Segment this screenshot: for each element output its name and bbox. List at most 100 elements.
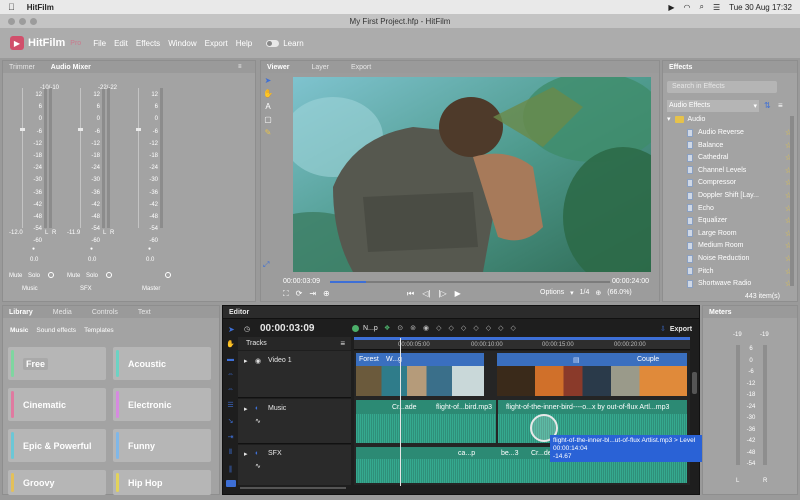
- zoom-icon[interactable]: ⊕: [595, 289, 601, 297]
- fader-handle[interactable]: [136, 128, 141, 131]
- learn-toggle[interactable]: Learn: [266, 39, 304, 48]
- effects-category-dropdown[interactable]: Audio Effects ▾: [667, 100, 759, 112]
- video-preview[interactable]: [293, 77, 651, 272]
- editor-vscroll[interactable]: [692, 372, 697, 394]
- menu-help[interactable]: Help: [236, 39, 252, 48]
- chevron-down-icon[interactable]: ▾: [570, 289, 574, 297]
- mute-button[interactable]: Mute: [67, 273, 80, 279]
- library-tile[interactable]: Hip Hop: [113, 470, 211, 495]
- work-area-bar[interactable]: [354, 337, 690, 340]
- menu-window[interactable]: Window: [168, 39, 196, 48]
- mute-button[interactable]: Mute: [9, 273, 22, 279]
- zoom-tool-icon[interactable]: [226, 480, 236, 487]
- menu-file[interactable]: File: [93, 39, 106, 48]
- tab-meters[interactable]: Meters: [709, 309, 732, 316]
- tab-media[interactable]: Media: [53, 309, 72, 316]
- fader-track[interactable]: [138, 88, 139, 228]
- options-dropdown[interactable]: Options: [540, 289, 564, 297]
- record-toggle[interactable]: [106, 272, 112, 278]
- speaker-icon[interactable]: ◐: [255, 405, 259, 412]
- step-forward-icon[interactable]: |▷: [438, 289, 446, 299]
- effects-scrollbar[interactable]: [790, 116, 794, 286]
- waveform-icon[interactable]: ∿: [255, 417, 261, 425]
- link-icon[interactable]: ⊚: [410, 324, 416, 332]
- tab-library[interactable]: Library: [9, 309, 33, 316]
- export-frame-icon[interactable]: ⇥: [309, 289, 316, 299]
- library-tile[interactable]: Cinematic: [8, 388, 106, 421]
- pan-dot[interactable]: ●: [32, 246, 35, 252]
- effect-item[interactable]: Channel Levels ☆: [687, 166, 792, 175]
- pause-tool-icon[interactable]: ∥: [229, 465, 233, 473]
- minimize-window-button[interactable]: [19, 18, 26, 25]
- mark-in-icon[interactable]: ◇: [473, 324, 478, 332]
- viewer-scrubber[interactable]: [330, 281, 610, 283]
- hand-tool-icon[interactable]: ✋: [226, 340, 235, 348]
- tracks-menu-icon[interactable]: ≡: [340, 339, 345, 348]
- pen-tool-icon[interactable]: ✎: [265, 128, 272, 137]
- effect-item[interactable]: Pitch ☆: [687, 267, 792, 276]
- media-icon[interactable]: ▶: [668, 3, 674, 12]
- visibility-icon[interactable]: ◉: [255, 357, 261, 365]
- slip-tool-icon[interactable]: ⇔: [227, 371, 234, 378]
- tab-audio-mixer[interactable]: Audio Mixer: [51, 64, 91, 71]
- effect-item[interactable]: Cathedral ☆: [687, 153, 792, 162]
- tab-text[interactable]: Text: [138, 309, 151, 316]
- tab-trimmer[interactable]: Trimmer: [9, 64, 35, 71]
- tab-export[interactable]: Export: [351, 64, 371, 71]
- roll-tool-icon[interactable]: ☰: [227, 401, 233, 409]
- razor-tool-icon[interactable]: ▬: [227, 356, 234, 363]
- text-tool-icon[interactable]: A: [265, 102, 270, 111]
- go-to-start-icon[interactable]: ⏮: [407, 289, 414, 299]
- video-clip[interactable]: ▤ Couple: [497, 353, 687, 396]
- library-tile[interactable]: Epic & Powerful: [8, 429, 106, 462]
- select-tool-icon[interactable]: ➤: [228, 325, 235, 334]
- mixer-tool-icon[interactable]: ⫴: [229, 449, 232, 457]
- editor-zoom-slider[interactable]: [240, 485, 346, 490]
- keyframe-icon[interactable]: ◇: [436, 324, 441, 332]
- composite-icon[interactable]: ❖: [384, 324, 390, 332]
- library-tile[interactable]: Acoustic: [113, 347, 211, 380]
- apple-icon[interactable]: : [8, 2, 15, 12]
- panel-menu-icon[interactable]: ≡: [238, 64, 242, 70]
- effects-folder-audio[interactable]: ▾ Audio: [667, 115, 705, 123]
- library-tile[interactable]: Electronic: [113, 388, 211, 421]
- subtab-sound-effects[interactable]: Sound effects: [36, 327, 76, 334]
- slice-icon[interactable]: ◇: [498, 324, 503, 332]
- playhead[interactable]: [400, 338, 401, 486]
- wifi-icon[interactable]: ◠: [683, 3, 690, 12]
- fader-handle[interactable]: [20, 128, 25, 131]
- expand-icon[interactable]: ▸: [244, 450, 248, 458]
- effects-menu-icon[interactable]: ≡: [778, 101, 783, 110]
- subtab-music[interactable]: Music: [10, 327, 28, 334]
- fader-handle[interactable]: [78, 128, 83, 131]
- record-toggle[interactable]: [48, 272, 54, 278]
- effect-item[interactable]: Doppler Shift [Lay... ☆: [687, 191, 792, 200]
- effect-item[interactable]: Equalizer ☆: [687, 216, 792, 225]
- editor-new-layer[interactable]: N...p: [352, 325, 378, 332]
- record-toggle[interactable]: [165, 272, 171, 278]
- keyframe-next-icon[interactable]: ◇: [461, 324, 466, 332]
- fit-icon[interactable]: ⤢: [263, 260, 269, 270]
- rate-tool-icon[interactable]: ↘: [228, 417, 234, 425]
- close-window-button[interactable]: [8, 18, 15, 25]
- editor-timecode[interactable]: 00:00:03:09: [260, 323, 314, 334]
- music-clip[interactable]: Cr...ade flight-of...bird.mp3: [356, 400, 496, 443]
- solo-button[interactable]: Solo: [86, 273, 98, 279]
- control-center-icon[interactable]: ☰: [713, 3, 720, 12]
- waveform-icon[interactable]: ∿: [255, 462, 261, 470]
- library-tile[interactable]: Free: [8, 347, 106, 380]
- editor-export-button[interactable]: ⇩ Export: [660, 325, 692, 334]
- marker-icon[interactable]: ◇: [510, 324, 515, 332]
- keyframe-prev-icon[interactable]: ◇: [449, 324, 454, 332]
- subtab-templates[interactable]: Templates: [84, 327, 114, 334]
- video-clip[interactable]: Forest W...g: [356, 353, 484, 396]
- datetime[interactable]: Tue 30 Aug 17:32: [729, 3, 792, 12]
- expand-icon[interactable]: ▸: [244, 405, 248, 413]
- select-tool-icon[interactable]: ➤: [265, 76, 272, 85]
- fullscreen-icon[interactable]: ⛶: [283, 289, 289, 299]
- fader-track[interactable]: [22, 88, 23, 228]
- clock-icon[interactable]: ◷: [244, 325, 250, 333]
- loop-icon[interactable]: ⟳: [296, 289, 303, 299]
- snap-icon[interactable]: ⊙: [397, 324, 403, 332]
- track-tool-icon[interactable]: ⇥: [228, 433, 234, 441]
